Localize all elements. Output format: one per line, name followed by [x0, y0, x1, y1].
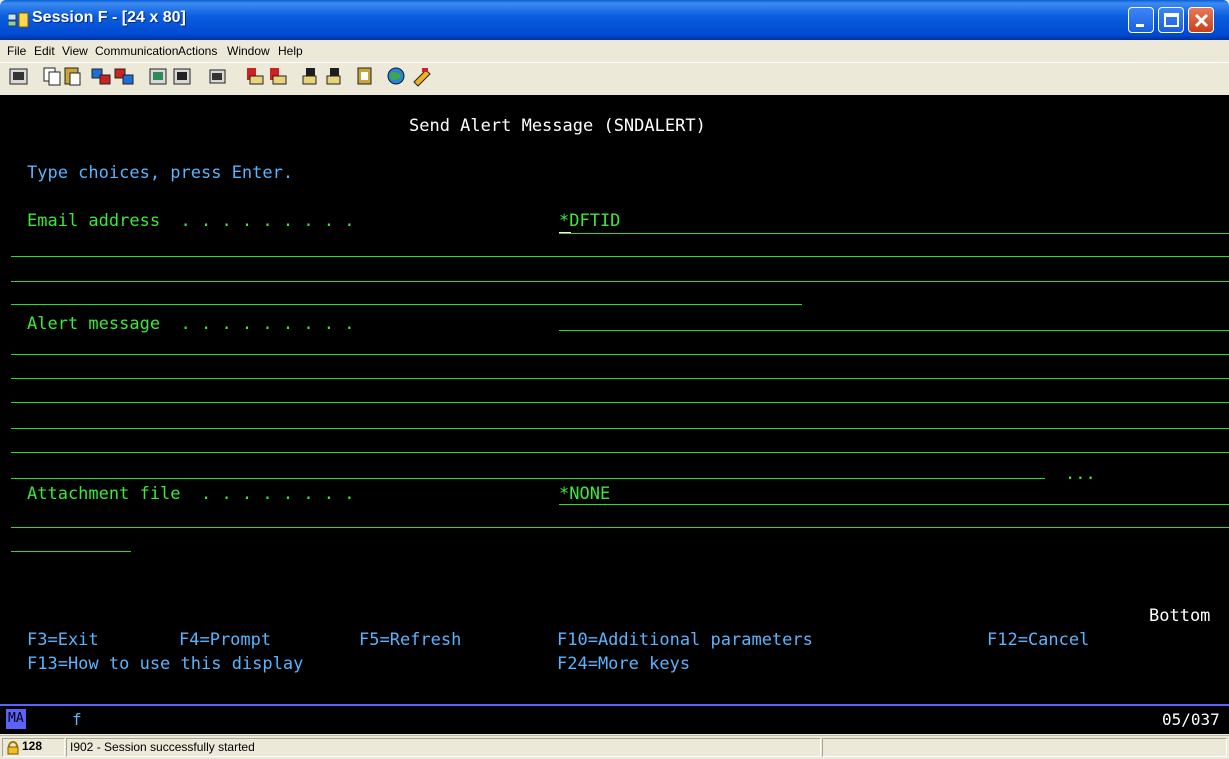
copy-icon[interactable]	[43, 67, 61, 86]
status-message-pane: I902 - Session successfully started	[66, 738, 821, 757]
bottom-indicator: Bottom	[1149, 606, 1211, 626]
attachment-field-line[interactable]	[559, 504, 1229, 505]
lock-icon	[7, 741, 19, 755]
more-indicator: ...	[1065, 464, 1096, 484]
alert-message-field[interactable]	[11, 402, 1229, 403]
oia-indicator: f	[72, 710, 82, 729]
status-code: 128	[22, 739, 43, 753]
alert-message-field[interactable]	[11, 354, 1229, 355]
display-icon[interactable]	[149, 68, 167, 85]
attachment-file-label: Attachment file . . . . . . . .	[27, 484, 355, 504]
email-field-line[interactable]	[559, 233, 1229, 234]
toolbar-icons	[9, 67, 431, 87]
quick-icon[interactable]	[173, 68, 191, 85]
operator-info-area: MA f 05/037	[0, 704, 1229, 734]
title-bar[interactable]: Session F - [24 x 80]	[0, 0, 1229, 40]
minimize-icon	[1136, 24, 1144, 27]
status-message: I902 - Session successfully started	[70, 740, 255, 754]
alert-message-field[interactable]	[11, 478, 1045, 479]
cursor-position: 05/037	[1162, 710, 1220, 729]
f10-additional-parameters-key[interactable]: F10=Additional parameters	[557, 630, 813, 650]
send-icon[interactable]	[91, 68, 111, 85]
email-address-label: Email address . . . . . . . . .	[27, 211, 355, 231]
globe-icon[interactable]	[387, 67, 405, 85]
status-extra-pane	[822, 738, 1227, 757]
menu-file[interactable]: File	[7, 44, 26, 58]
maximize-button[interactable]	[1158, 7, 1184, 33]
window-title: Session F - [24 x 80]	[32, 9, 186, 26]
menu-bar: File Edit View Communication Actions Win…	[0, 40, 1229, 62]
attachment-field-line[interactable]	[11, 551, 131, 552]
email-address-field[interactable]: *DFTID	[559, 211, 620, 231]
close-icon	[1194, 13, 1209, 28]
menu-help[interactable]: Help	[278, 44, 303, 58]
play-macro-icon[interactable]	[302, 68, 317, 85]
status-code-pane: 128	[2, 738, 65, 757]
alert-message-field[interactable]	[11, 428, 1229, 429]
keypad-icon[interactable]	[209, 69, 226, 84]
print-screen-icon[interactable]	[9, 68, 28, 85]
macro-play-icon[interactable]	[326, 68, 341, 85]
screen-heading: Send Alert Message (SNDALERT)	[409, 116, 706, 136]
receive-icon[interactable]	[114, 68, 134, 85]
alert-message-field[interactable]	[559, 330, 1229, 331]
f5-refresh-key[interactable]: F5=Refresh	[359, 630, 461, 650]
f13-help-key[interactable]: F13=How to use this display	[27, 654, 303, 674]
attachment-file-field[interactable]: *NONE	[559, 484, 610, 504]
session-app-icon	[8, 12, 29, 28]
f4-prompt-key[interactable]: F4=Prompt	[179, 630, 271, 650]
f3-exit-key[interactable]: F3=Exit	[27, 630, 99, 650]
clipboard-icon[interactable]	[357, 67, 372, 85]
f24-more-keys-key[interactable]: F24=More keys	[557, 654, 690, 674]
terminal-screen[interactable]: Send Alert Message (SNDALERT) Type choic…	[0, 95, 1229, 704]
email-field-line[interactable]	[11, 256, 1229, 257]
menu-communication[interactable]: Communication	[95, 44, 178, 58]
mode-indicator: MA	[6, 709, 26, 729]
instructions-text: Type choices, press Enter.	[27, 163, 294, 183]
menu-window[interactable]: Window	[227, 44, 270, 58]
email-field-line[interactable]	[11, 281, 1229, 282]
menu-actions[interactable]: Actions	[178, 44, 217, 58]
minimize-button[interactable]	[1128, 7, 1154, 33]
alert-message-label: Alert message . . . . . . . . .	[27, 314, 355, 334]
maximize-icon	[1164, 13, 1179, 27]
attachment-field-line[interactable]	[11, 527, 1229, 528]
close-button[interactable]	[1188, 7, 1214, 33]
stop-macro-icon[interactable]	[270, 68, 287, 85]
emulator-window: Session F - [24 x 80] File Edit View Com…	[0, 0, 1229, 759]
tools-icon[interactable]	[413, 68, 431, 87]
menu-edit[interactable]: Edit	[34, 44, 55, 58]
f12-cancel-key[interactable]: F12=Cancel	[987, 630, 1089, 650]
record-macro-icon[interactable]	[247, 68, 264, 85]
alert-message-field[interactable]	[11, 452, 1229, 453]
paste-icon[interactable]	[64, 67, 81, 86]
email-field-line[interactable]	[11, 304, 802, 305]
menu-view[interactable]: View	[62, 44, 88, 58]
status-bar: 128 I902 - Session successfully started	[0, 735, 1229, 759]
alert-message-field[interactable]	[11, 378, 1229, 379]
